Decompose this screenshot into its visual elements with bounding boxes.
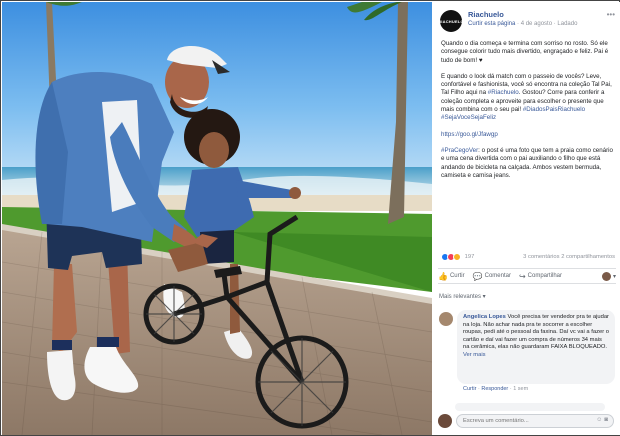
post-paragraph-1: Quando o dia começa e termina com sorris…: [441, 40, 615, 65]
paragraph-text: Quando o dia começa e termina com sorris…: [441, 40, 609, 64]
commenter-avatar[interactable]: [439, 312, 453, 326]
comment-icon: 💬: [472, 271, 483, 281]
share-button[interactable]: ↪ Compartilhar: [519, 272, 562, 281]
more-options-icon[interactable]: •••: [607, 10, 615, 19]
post-text: Quando o dia começa e termina com sorris…: [441, 40, 615, 188]
share-label: Compartilhar: [527, 273, 563, 279]
comment-label: Comentar: [484, 273, 511, 279]
post-privacy: Ladado: [557, 21, 578, 27]
comment-time[interactable]: 1 sem: [513, 386, 528, 392]
post-meta: Curtir esta página · 4 de agosto · Ladad…: [468, 21, 577, 27]
comment-like-link[interactable]: Curtir: [463, 386, 476, 392]
comment-button[interactable]: 💬 Comentar: [473, 272, 511, 281]
page-name-link[interactable]: Riachuelo: [468, 10, 504, 19]
hashtag-link[interactable]: #Riachuelo: [488, 89, 519, 96]
page-logo-text: RIACHUELO: [438, 18, 464, 24]
post-viewer: RIACHUELO Riachuelo Curtir esta página ·…: [0, 0, 620, 436]
wow-reaction-icon[interactable]: [453, 253, 461, 261]
comment-bubble: Angelica Lopes Você precisa ter vendedor…: [457, 310, 615, 384]
see-more-link[interactable]: Ver mais: [463, 352, 486, 358]
react-as-selector[interactable]: ▾: [601, 271, 616, 281]
comment-actions: Curtir · Responder · 1 sem: [463, 386, 528, 392]
beach-bicycle-photo: [2, 2, 432, 435]
reaction-count[interactable]: 197: [465, 254, 475, 260]
post-date[interactable]: 4 de agosto: [521, 21, 552, 27]
page-avatar[interactable]: RIACHUELO: [438, 10, 464, 32]
thumbs-up-icon: 👍: [438, 271, 448, 281]
hashtag-link[interactable]: #PraCegoVer: [441, 147, 478, 154]
next-reply-preview: [455, 403, 605, 411]
like-page-link[interactable]: Curtir esta página: [468, 21, 515, 27]
comment-reply-link[interactable]: Responder: [481, 386, 508, 392]
post-paragraph-3: https://goo.gl/Jfawgp: [441, 131, 615, 139]
post-paragraph-4: #PraCegoVer: o post é uma foto que tem a…: [441, 147, 615, 180]
comment-input[interactable]: [456, 414, 614, 428]
comment-filter[interactable]: Mais relevantes ▾: [439, 293, 486, 300]
comment-count[interactable]: 3 comentários: [523, 254, 559, 260]
post-sidebar: RIACHUELO Riachuelo Curtir esta página ·…: [433, 2, 620, 435]
comment-input-icons: ☺◙: [596, 417, 610, 423]
url-link[interactable]: https://goo.gl/Jfawgp: [441, 131, 498, 138]
action-bar: 👍 Curtir 💬 Comentar ↪ Compartilhar ▾: [438, 268, 616, 284]
current-user-avatar: [438, 414, 452, 428]
share-count[interactable]: 2 compartilhamentos: [561, 254, 615, 260]
commenter-name[interactable]: Angelica Lopes: [463, 314, 506, 320]
share-icon: ↪: [518, 271, 526, 281]
like-label: Curtir: [449, 273, 465, 279]
reactions-summary: 3 comentários 2 compartilhamentos: [523, 254, 615, 260]
reactions-bar: 197 3 comentários 2 compartilhamentos: [441, 253, 615, 263]
post-paragraph-2: E quando o look dá match com o passeio d…: [441, 73, 615, 123]
like-button[interactable]: 👍 Curtir: [438, 272, 465, 281]
write-comment-row: ☺◙: [438, 411, 616, 431]
user-avatar: [601, 271, 611, 281]
camera-icon[interactable]: ◙: [604, 417, 610, 423]
chevron-down-icon: ▾: [612, 273, 616, 280]
post-photo[interactable]: [2, 2, 432, 435]
post-header: RIACHUELO Riachuelo Curtir esta página ·…: [433, 2, 620, 35]
